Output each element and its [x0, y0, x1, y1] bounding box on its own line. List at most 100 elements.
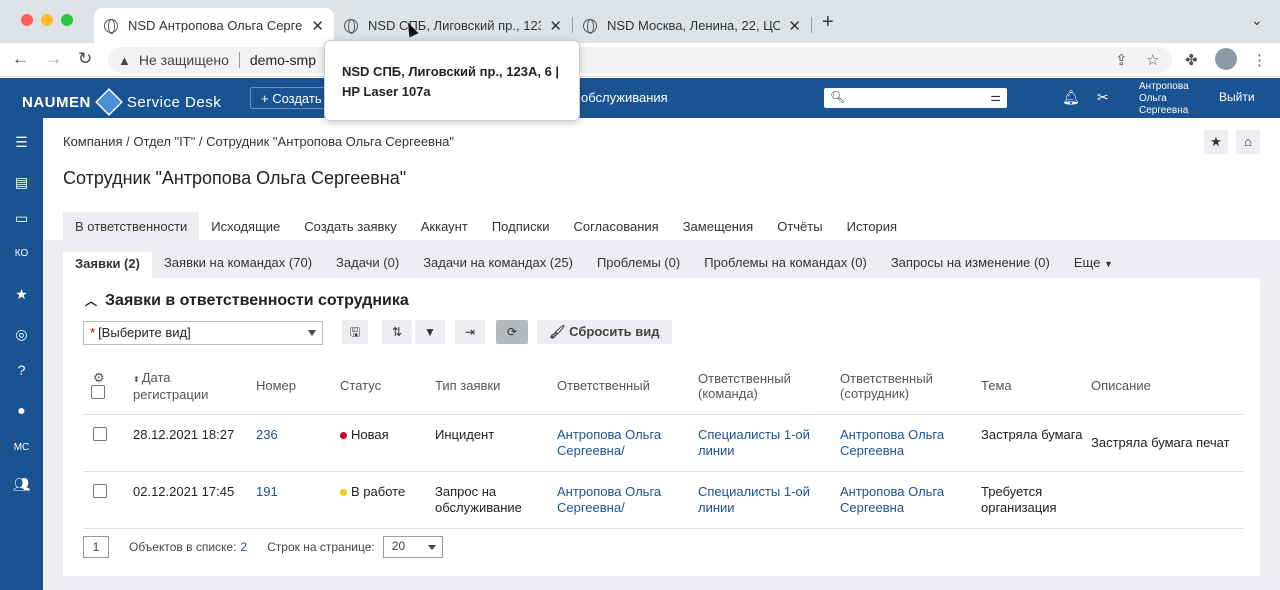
breadcrumb[interactable]: Компания / Отдел "IT" / Сотрудник "Антро…	[63, 134, 454, 149]
new-tab-button[interactable]: +	[822, 11, 834, 34]
cell-employee: Антропова Ольга Сергеевна	[836, 414, 977, 472]
share-icon[interactable]: ⇪	[1115, 51, 1128, 69]
user-icon[interactable]: ●	[0, 402, 43, 418]
home-icon[interactable]: ⌂	[1236, 130, 1260, 154]
table-row[interactable]: 02.12.2021 17:45 191 В работе Запрос на …	[83, 471, 1243, 529]
list-title[interactable]: ︿ Заявки в ответственности сотрудника	[85, 292, 409, 310]
header-subject[interactable]: Тема	[977, 358, 1087, 415]
row-checkbox[interactable]	[93, 426, 107, 441]
subtab-problems[interactable]: Проблемы (0)	[585, 252, 692, 279]
tab-responsibility[interactable]: В ответственности	[63, 212, 200, 241]
header-link[interactable]: обслуживания	[581, 90, 668, 105]
close-window-button[interactable]	[21, 14, 33, 26]
per-page-select[interactable]: 20	[382, 536, 443, 558]
request-number-link[interactable]: 236	[256, 427, 278, 442]
employee-link[interactable]: Антропова Ольга Сергеевна	[840, 484, 944, 515]
collapse-chevron-icon[interactable]: ︿	[85, 292, 97, 309]
subtab-team-problems[interactable]: Проблемы на командах (0)	[692, 252, 879, 279]
filter-icon[interactable]: ▼	[415, 320, 445, 344]
browser-tab-3[interactable]: NSD Москва, Ленина, 22, ЦОД ✕	[573, 8, 811, 43]
sidebar-item-ko[interactable]: КО	[0, 248, 43, 259]
star-icon[interactable]: ★	[0, 286, 43, 303]
select-all-checkbox[interactable]	[91, 384, 105, 399]
table-header-row: ⚙ ⬍ Дата регистрации Номер Статус Тип зая…	[83, 358, 1243, 415]
responsible-link[interactable]: Антропова Ольга Сергеевна/	[557, 427, 661, 458]
browser-profile-avatar[interactable]	[1215, 48, 1237, 70]
back-icon[interactable]: ←	[12, 49, 29, 69]
tab-approvals[interactable]: Согласования	[561, 212, 670, 241]
close-tab-icon[interactable]: ✕	[311, 17, 324, 35]
view-select[interactable]: * [Выберите вид]	[83, 321, 323, 345]
extensions-icon[interactable]: ✤	[1185, 51, 1198, 69]
minimize-window-button[interactable]	[41, 14, 53, 26]
header-type[interactable]: Тип заявки	[431, 358, 553, 415]
close-tab-icon[interactable]: ✕	[788, 17, 801, 35]
row-checkbox[interactable]	[93, 483, 107, 498]
team-link[interactable]: Специалисты 1-ой линии	[698, 427, 810, 458]
column-settings-icon[interactable]: ⚙	[93, 370, 125, 385]
header-number[interactable]: Номер	[252, 358, 336, 415]
tools-icon[interactable]: ✂	[1097, 89, 1109, 106]
tab-create-request[interactable]: Создать заявку	[292, 212, 409, 241]
employee-link[interactable]: Антропова Ольга Сергеевна	[840, 427, 944, 458]
header-date[interactable]: ⬍ Дата регистрации	[129, 358, 252, 415]
create-button[interactable]: + Создать	[250, 87, 333, 109]
subtab-team-tasks[interactable]: Задачи на командах (25)	[411, 252, 585, 279]
cell-responsible: Антропова Ольга Сергеевна/	[553, 471, 694, 529]
close-tab-icon[interactable]: ✕	[549, 17, 562, 35]
subtab-requests[interactable]: Заявки (2)	[63, 252, 152, 279]
status-text: Новая	[351, 426, 389, 442]
forward-icon[interactable]: →	[45, 49, 62, 69]
header-status[interactable]: Статус	[336, 358, 431, 415]
tab-outgoing[interactable]: Исходящие	[199, 212, 292, 241]
header-responsible-employee[interactable]: Ответственный (сотрудник)	[836, 358, 977, 415]
refresh-icon[interactable]: ⟳	[496, 320, 528, 344]
favorite-star-icon[interactable]: ★	[1204, 130, 1228, 154]
document-icon[interactable]: ▤	[0, 174, 43, 191]
tab-search-icon[interactable]: ⌄	[1251, 12, 1263, 29]
subtab-team-requests[interactable]: Заявки на командах (70)	[152, 252, 324, 279]
help-icon[interactable]: ?	[0, 362, 43, 378]
save-view-icon[interactable]: 🖫	[342, 320, 368, 344]
logout-link[interactable]: Выйти	[1219, 90, 1255, 104]
menu-icon[interactable]: ☰	[0, 134, 43, 151]
tab-subscriptions[interactable]: Подписки	[480, 212, 562, 241]
filter-settings-icon[interactable]: ⚌	[990, 90, 1001, 104]
tab-reports[interactable]: Отчёты	[765, 212, 834, 241]
user-name[interactable]: Антропова Ольга Сергеевна	[1139, 81, 1209, 117]
team-icon[interactable]: 👥︎	[0, 476, 43, 493]
bell-icon[interactable]: 🔔︎	[1062, 89, 1080, 106]
browser-menu-icon[interactable]: ⋮	[1252, 51, 1267, 69]
responsible-link[interactable]: Антропова Ольга Сергеевна/	[557, 484, 661, 515]
maximize-window-button[interactable]	[61, 14, 73, 26]
header-description[interactable]: Описание	[1087, 358, 1243, 415]
reset-view-button[interactable]: 🖌︎ Сбросить вид	[537, 320, 672, 344]
tab-history[interactable]: История	[835, 212, 909, 241]
browser-tab-2[interactable]: NSD СПБ, Лиговский пр., 123 ✕	[334, 8, 572, 43]
browser-tab-1[interactable]: NSD Антропова Ольга Сергее ✕	[94, 8, 334, 43]
sort-icon[interactable]: ⇅	[382, 320, 412, 344]
logo[interactable]: NAUMEN Service Desk	[22, 88, 221, 116]
search-input[interactable]: 🔍︎ ⚌	[824, 88, 1007, 108]
cell-team: Специалисты 1-ой линии	[694, 414, 836, 472]
status-dot-icon	[340, 431, 347, 439]
subtab-more[interactable]: Еще ▼	[1062, 252, 1125, 279]
monitor-icon[interactable]: ▭	[0, 210, 43, 227]
page-number-button[interactable]: 1	[83, 536, 109, 558]
tab-substitutions[interactable]: Замещения	[671, 212, 766, 241]
lifebuoy-icon[interactable]: ◎	[0, 326, 43, 343]
reload-icon[interactable]: ↻	[78, 49, 92, 69]
subtab-change-requests[interactable]: Запросы на изменение (0)	[879, 252, 1062, 279]
header-responsible-team[interactable]: Ответственный (команда)	[694, 358, 836, 415]
sidebar-item-ms[interactable]: МС	[0, 442, 43, 453]
tab-account[interactable]: Аккаунт	[409, 212, 480, 241]
header-responsible[interactable]: Ответственный	[553, 358, 694, 415]
cell-type: Запрос на обслуживание	[431, 471, 553, 529]
request-number-link[interactable]: 191	[256, 484, 278, 499]
subtab-tasks[interactable]: Задачи (0)	[324, 252, 411, 279]
export-icon[interactable]: ⇥	[455, 320, 485, 344]
omnibox[interactable]: ▲ Не защищено demo-smp	[108, 47, 1172, 73]
bookmark-star-icon[interactable]: ☆	[1146, 51, 1159, 69]
table-row[interactable]: 28.12.2021 18:27 236 Новая Инцидент Антр…	[83, 414, 1243, 472]
team-link[interactable]: Специалисты 1-ой линии	[698, 484, 810, 515]
